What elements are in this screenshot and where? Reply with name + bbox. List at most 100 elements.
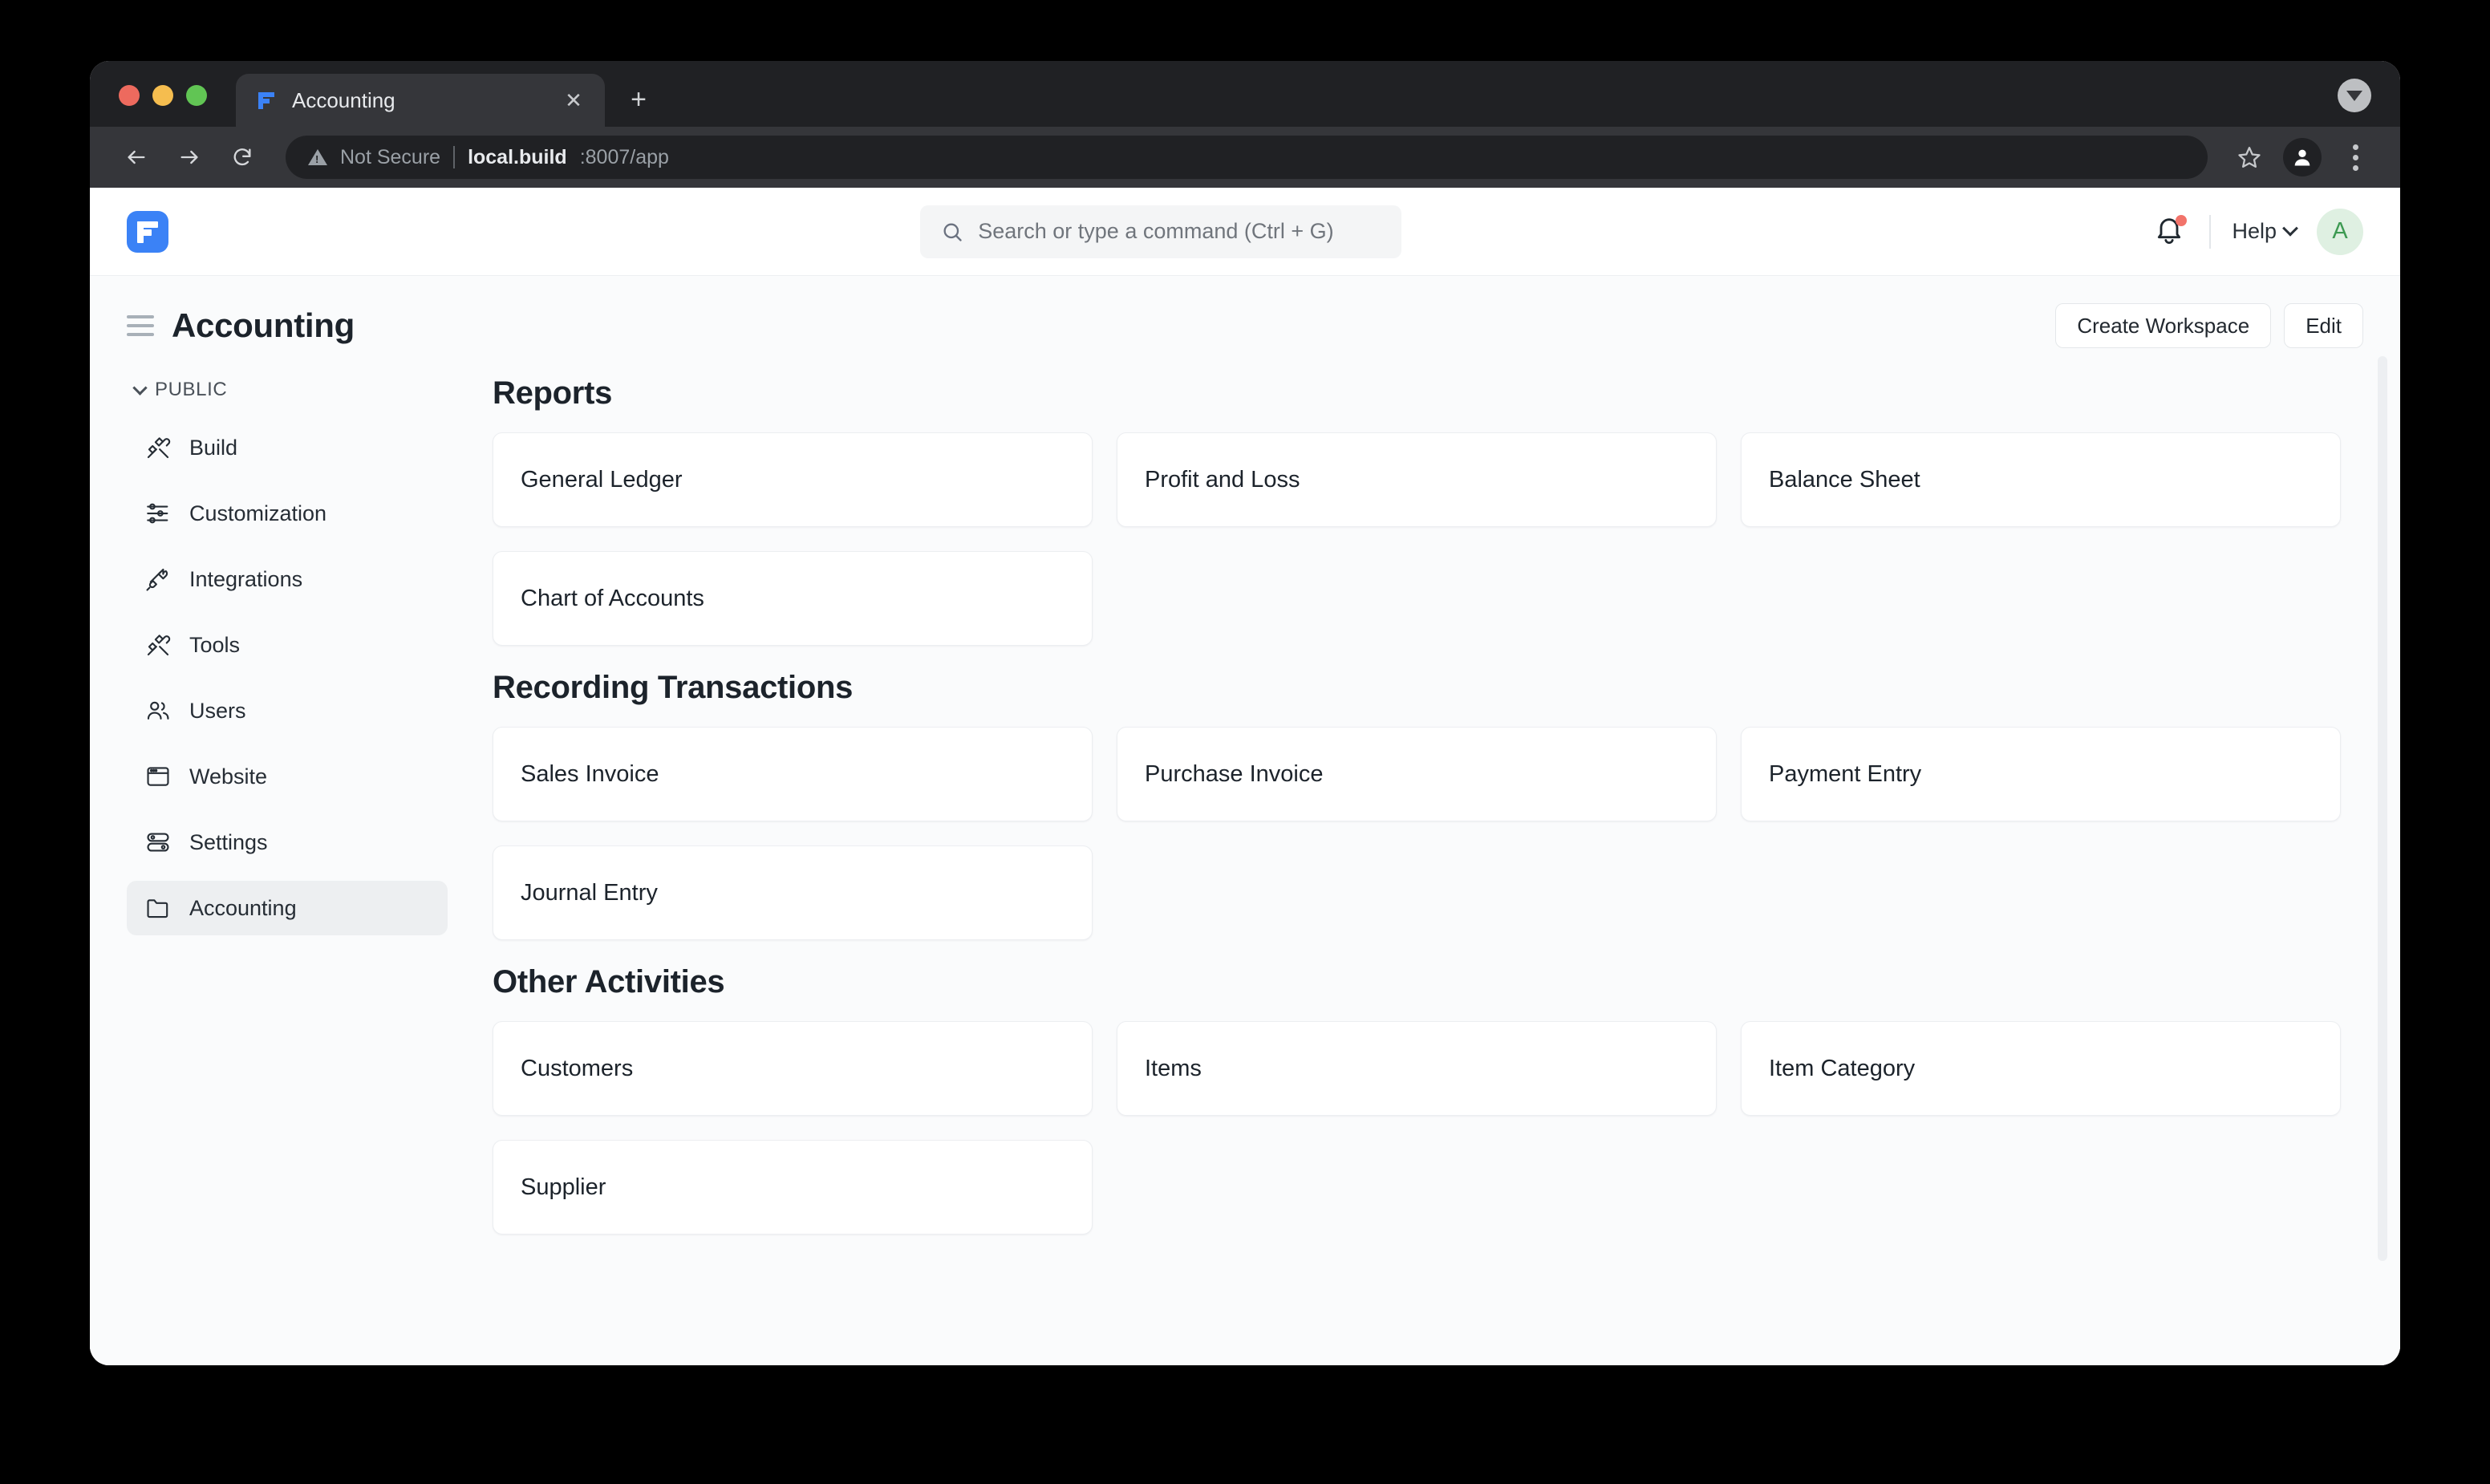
tools-icon: [144, 434, 172, 461]
sidebar-item-tools[interactable]: Tools: [127, 618, 448, 672]
users-icon: [144, 697, 172, 724]
sidebar-item-label: Build: [189, 436, 237, 460]
frappe-logo[interactable]: [127, 211, 168, 253]
user-avatar-icon[interactable]: [2283, 138, 2322, 176]
shortcut-card[interactable]: Item Category: [1741, 1021, 2341, 1116]
reload-icon[interactable]: [220, 135, 265, 180]
shortcut-card[interactable]: Payment Entry: [1741, 727, 2341, 821]
not-secure-warning-icon: [308, 149, 327, 165]
sidebar-item-label: Users: [189, 699, 246, 724]
sidebar-item-label: Integrations: [189, 567, 302, 592]
card-label: Journal Entry: [521, 880, 658, 906]
avatar-initial: A: [2332, 218, 2347, 245]
shortcut-card[interactable]: Sales Invoice: [493, 727, 1093, 821]
section-title-recording-transactions: Recording Transactions: [493, 670, 2341, 706]
card-label: Supplier: [521, 1174, 606, 1201]
edit-button[interactable]: Edit: [2284, 303, 2363, 348]
shortcut-card[interactable]: Journal Entry: [493, 845, 1093, 940]
url-path: :8007/app: [580, 146, 669, 169]
card-label: Purchase Invoice: [1145, 761, 1323, 788]
card-label: Profit and Loss: [1145, 467, 1300, 493]
sidebar-group-public[interactable]: PUBLIC: [127, 371, 448, 409]
content-scrollbar[interactable]: [2378, 356, 2387, 1261]
maximize-window-button[interactable]: [186, 85, 207, 106]
help-menu-button[interactable]: Help: [2232, 219, 2296, 244]
page-header: Accounting Create Workspace Edit: [90, 276, 2400, 348]
shortcut-card[interactable]: Balance Sheet: [1741, 432, 2341, 527]
card-grid-reports: General Ledger Profit and Loss Balance S…: [493, 432, 2341, 646]
security-status-label: Not Secure: [340, 146, 440, 169]
app-header: Search or type a command (Ctrl + G) Help…: [90, 188, 2400, 276]
card-label: Payment Entry: [1769, 761, 1921, 788]
card-label: Item Category: [1769, 1056, 1915, 1082]
sidebar-item-accounting[interactable]: Accounting: [127, 881, 448, 935]
new-tab-button[interactable]: +: [616, 77, 661, 122]
shortcut-card[interactable]: Items: [1117, 1021, 1717, 1116]
page-body: PUBLIC Build C: [90, 348, 2400, 1365]
header-divider: [2209, 215, 2211, 249]
workspace-sidebar: PUBLIC Build C: [127, 348, 448, 1365]
sidebar-item-integrations[interactable]: Integrations: [127, 552, 448, 606]
sidebar-item-label: Website: [189, 764, 267, 789]
browser-window-icon: [144, 763, 172, 790]
sidebar-item-label: Tools: [189, 633, 240, 658]
sidebar-item-customization[interactable]: Customization: [127, 486, 448, 541]
close-window-button[interactable]: [119, 85, 140, 106]
page-title: Accounting: [172, 306, 355, 345]
address-bar[interactable]: Not Secure local.build :8007/app: [286, 136, 2208, 179]
kebab-menu-icon[interactable]: [2334, 135, 2376, 180]
shortcut-card[interactable]: Purchase Invoice: [1117, 727, 1717, 821]
folder-icon: [144, 894, 172, 922]
card-label: Balance Sheet: [1769, 467, 1920, 493]
sidebar-item-build[interactable]: Build: [127, 420, 448, 475]
hamburger-icon[interactable]: [127, 315, 154, 336]
browser-window: Accounting ✕ + Not Secure local.build :8…: [90, 61, 2400, 1365]
sidebar-group-label: PUBLIC: [155, 379, 227, 401]
shortcut-card[interactable]: Supplier: [493, 1140, 1093, 1235]
tabstrip-right-controls: [2338, 79, 2371, 112]
star-icon[interactable]: [2228, 136, 2270, 178]
card-label: Items: [1145, 1056, 1202, 1082]
chevron-down-icon: [132, 380, 147, 395]
browser-tab-strip: Accounting ✕ +: [90, 61, 2400, 127]
plug-icon: [144, 566, 172, 593]
notification-badge: [2176, 215, 2187, 226]
sidebar-item-website[interactable]: Website: [127, 749, 448, 804]
create-workspace-button[interactable]: Create Workspace: [2055, 303, 2271, 348]
search-input[interactable]: Search or type a command (Ctrl + G): [920, 205, 1401, 258]
sidebar-items: Build Customization Inte: [127, 420, 448, 935]
notifications-button[interactable]: [2153, 214, 2188, 249]
sliders-icon: [144, 500, 172, 527]
workspace-content: Reports General Ledger Profit and Loss B…: [448, 348, 2400, 1365]
sidebar-item-label: Accounting: [189, 896, 297, 921]
card-label: Sales Invoice: [521, 761, 659, 788]
shortcut-card[interactable]: General Ledger: [493, 432, 1093, 527]
section-title-reports: Reports: [493, 375, 2341, 412]
browser-tab[interactable]: Accounting ✕: [236, 74, 605, 127]
forward-arrow-icon[interactable]: [167, 135, 212, 180]
help-label: Help: [2232, 219, 2277, 244]
shortcut-card[interactable]: Chart of Accounts: [493, 551, 1093, 646]
avatar[interactable]: A: [2317, 209, 2363, 255]
shortcut-card[interactable]: Profit and Loss: [1117, 432, 1717, 527]
sidebar-item-users[interactable]: Users: [127, 683, 448, 738]
frappe-f-icon: [257, 90, 278, 111]
frappe-app: Search or type a command (Ctrl + G) Help…: [90, 188, 2400, 1365]
search-placeholder: Search or type a command (Ctrl + G): [978, 219, 1333, 244]
section-title-other-activities: Other Activities: [493, 964, 2341, 1000]
card-grid-other-activities: Customers Items Item Category Supplier: [493, 1021, 2341, 1235]
download-chevron-icon[interactable]: [2338, 79, 2371, 112]
shortcut-card[interactable]: Customers: [493, 1021, 1093, 1116]
sidebar-item-settings[interactable]: Settings: [127, 815, 448, 870]
minimize-window-button[interactable]: [152, 85, 173, 106]
close-tab-icon[interactable]: ✕: [560, 87, 587, 114]
header-right-controls: Help A: [2153, 209, 2363, 255]
sidebar-item-label: Customization: [189, 501, 326, 526]
sidebar-item-label: Settings: [189, 830, 268, 855]
chevron-down-icon: [2282, 220, 2298, 236]
back-arrow-icon[interactable]: [114, 135, 159, 180]
card-label: General Ledger: [521, 467, 683, 493]
card-label: Chart of Accounts: [521, 586, 704, 612]
browser-toolbar: Not Secure local.build :8007/app: [90, 127, 2400, 188]
card-grid-recording-transactions: Sales Invoice Purchase Invoice Payment E…: [493, 727, 2341, 940]
